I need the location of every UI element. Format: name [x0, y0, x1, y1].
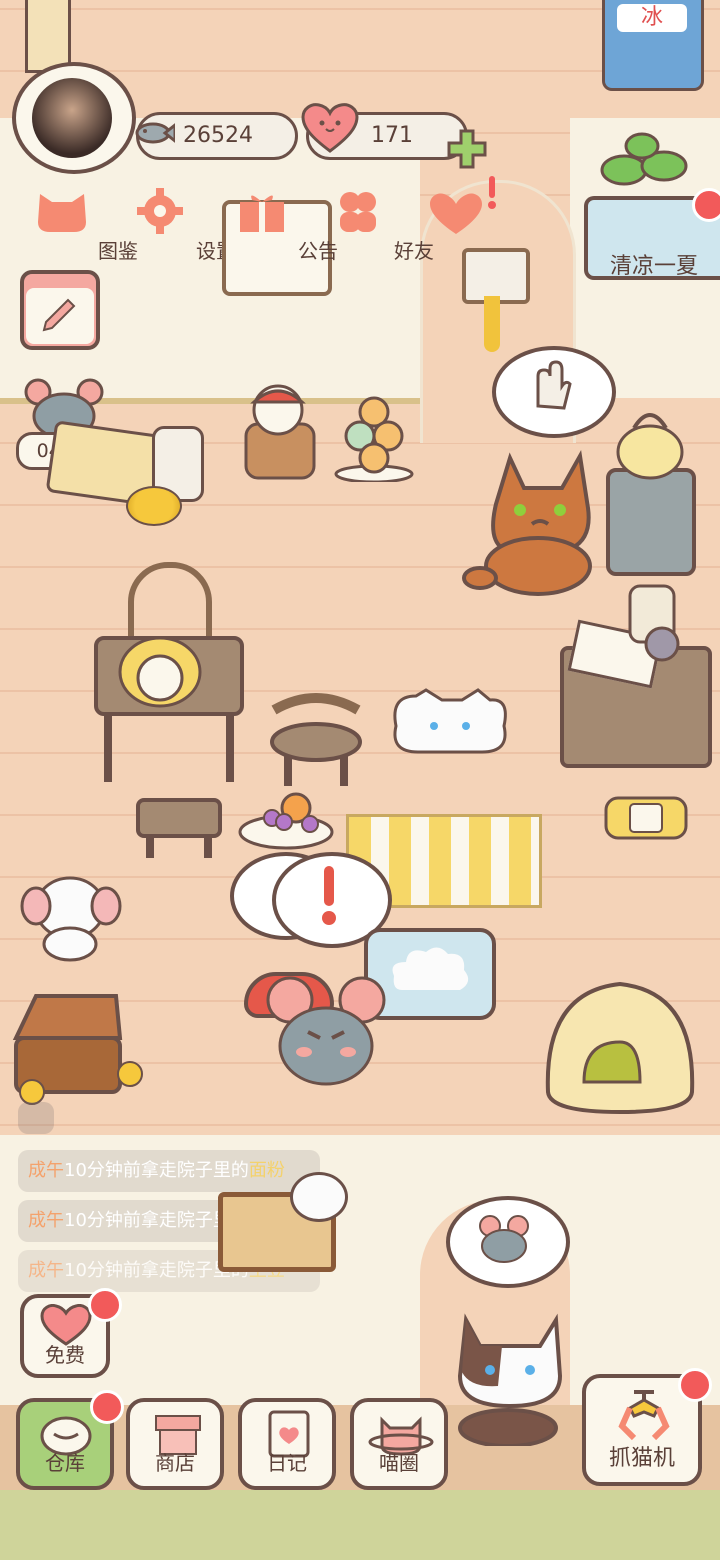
calendar-edit-button[interactable] [20, 270, 100, 350]
straw-cat-bed[interactable] [540, 962, 700, 1120]
nav-warehouse-label: 仓库 [45, 1451, 85, 1475]
warehouse-notification-dot [90, 1390, 124, 1424]
fruit-plate[interactable] [236, 784, 336, 850]
cat-speech-bubble[interactable] [492, 346, 616, 438]
free-button-label: 免费 [45, 1343, 85, 1367]
grumpy-grey-mouse[interactable] [262, 976, 390, 1088]
nav-cat-circle-label: 喵圈 [379, 1451, 419, 1475]
wooden-stool[interactable] [136, 798, 222, 858]
grass [0, 1490, 720, 1560]
fish-count: 26524 [183, 123, 253, 148]
teapot[interactable] [620, 580, 700, 664]
orange-tabby-cat[interactable] [462, 448, 612, 598]
add-hearts-icon[interactable] [445, 127, 489, 175]
paw-hand-icon [536, 360, 572, 410]
avatar-photo [32, 78, 112, 158]
menu-friends[interactable]: 好友 [330, 188, 434, 263]
menu-settings[interactable]: 设置 [132, 188, 236, 263]
heart-currency[interactable]: 171 [301, 103, 487, 169]
message-text: 10分钟前拿走院子里的 [64, 1160, 249, 1181]
fish-currency[interactable]: 26524 [135, 112, 298, 160]
menu-collection[interactable]: 图鉴 [34, 188, 138, 263]
nav-diary-label: 日记 [267, 1451, 307, 1475]
nav-shop[interactable]: 商店 [126, 1398, 224, 1490]
menu-announcement[interactable]: 公告 [234, 188, 338, 263]
pencil-icon [26, 288, 94, 344]
cat-thought-bubble[interactable] [446, 1196, 570, 1288]
claw-machine-label: 抓猫机 [608, 1446, 675, 1471]
white-puppy[interactable] [18, 866, 122, 962]
kettle[interactable] [610, 402, 688, 480]
heart-icon [301, 103, 359, 159]
event-notification-dot [692, 188, 720, 222]
wooden-chair-middle[interactable] [268, 686, 364, 786]
yellow-telephone[interactable] [600, 782, 692, 842]
heart-count: 171 [371, 123, 413, 148]
cat-face-icon [38, 194, 86, 232]
exclamation-icon [322, 866, 336, 925]
activity-message: 成午10分钟前拿走院子里的面粉 [18, 1150, 320, 1192]
gold-coins [126, 486, 182, 526]
pirate-barrel[interactable] [238, 380, 322, 480]
panda-plush[interactable] [290, 1172, 348, 1222]
nav-cat-circle[interactable]: 喵圈 [350, 1398, 448, 1490]
event-banner-label: 清凉一夏 [610, 254, 699, 279]
mail-heart-icon[interactable] [426, 190, 486, 240]
desk-legs-left [104, 712, 234, 782]
message-user: 成午 [28, 1210, 64, 1231]
message-user: 成午 [28, 1260, 64, 1281]
calico-cat[interactable] [440, 1296, 580, 1448]
nav-diary[interactable]: 日记 [238, 1398, 336, 1490]
mail-alert-icon [486, 176, 498, 210]
tassel [484, 296, 500, 352]
claw-icon [618, 1390, 670, 1441]
treasure-chest[interactable] [6, 992, 146, 1108]
mouse-icon [479, 1215, 529, 1263]
gift-icon [240, 195, 284, 232]
yellow-tiger-plush[interactable] [112, 626, 208, 710]
nav-shop-label: 商店 [155, 1451, 195, 1475]
claw-notification-dot [678, 1368, 712, 1402]
collapse-handle[interactable] [18, 1102, 54, 1134]
gear-icon [137, 188, 183, 234]
ice-stand[interactable]: 冰 [602, 0, 704, 91]
plant-icon [594, 130, 694, 200]
message-user: 成午 [28, 1160, 64, 1181]
friends-icon [340, 192, 376, 232]
stove[interactable] [606, 468, 696, 576]
player-avatar[interactable] [12, 62, 136, 174]
fish-icon [131, 111, 177, 155]
ice-stand-sign: 冰 [617, 4, 687, 32]
macaron-tower[interactable] [334, 392, 414, 484]
message-item: 面粉 [248, 1160, 285, 1181]
free-notification-dot [88, 1288, 122, 1322]
white-fluffy-cat[interactable] [386, 686, 514, 758]
